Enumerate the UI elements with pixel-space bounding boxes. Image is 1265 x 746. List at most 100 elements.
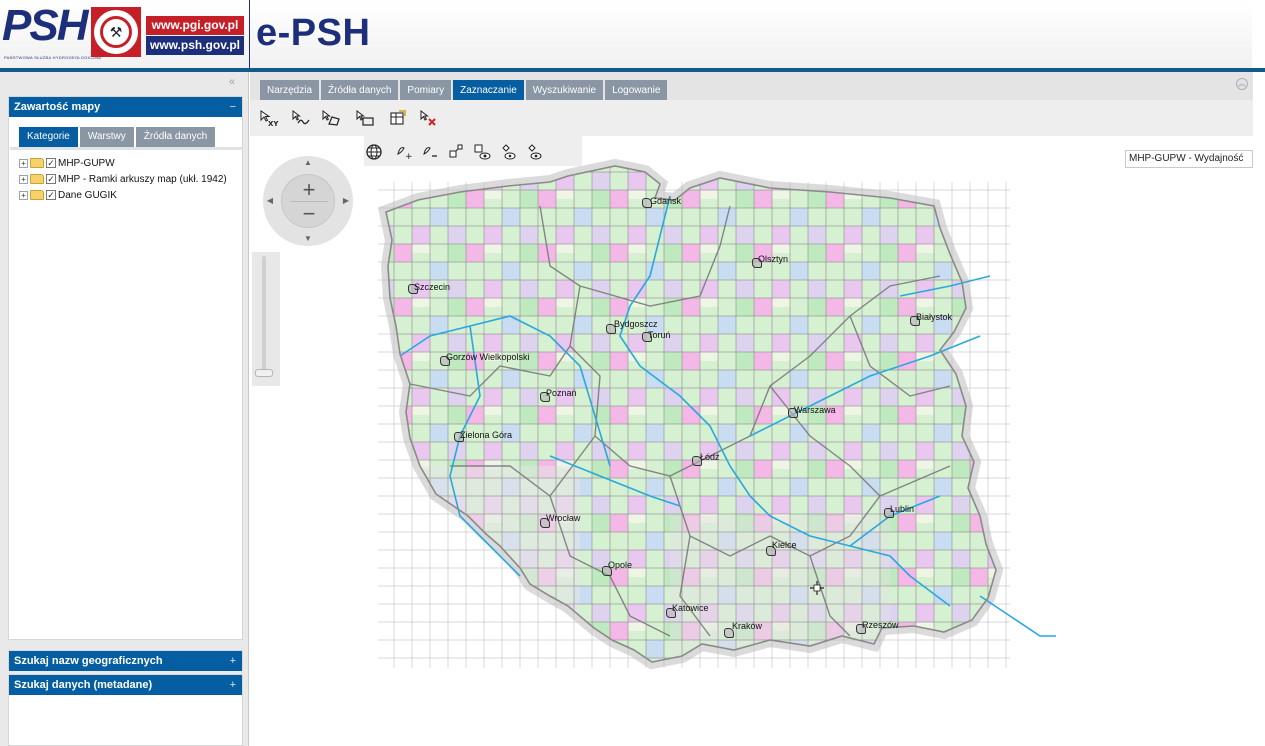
collapse-panel-icon[interactable]: − [230,97,236,117]
selection-toolbar: XY [250,100,1253,136]
tab-zaznaczanie[interactable]: Zaznaczanie [453,80,524,101]
metadata-search-panel: Szukaj danych (metadane) + [8,674,243,746]
folder-icon [30,190,44,200]
layer-tree: + ✓ MHP-GUPW + ✓ MHP - Ramki arkuszy map… [19,155,241,203]
tree-item-label: MHP-GUPW [58,157,115,169]
select-by-rectangle-icon[interactable] [354,108,376,128]
pan-right-icon[interactable]: ▶ [341,196,351,205]
tree-item[interactable]: + ✓ Dane GUGIK [19,187,241,203]
header-edge [1252,0,1265,68]
app-title: e-PSH [256,12,371,54]
view-alt-icon[interactable] [524,142,544,162]
expand-panel-icon[interactable]: + [230,675,236,695]
geo-search-header[interactable]: Szukaj nazw geograficznych + [9,651,242,671]
city-label-poznan: Poznań [546,388,577,398]
city-label-opole: Opole [608,560,633,570]
map-contents-title: Zawartość mapy [14,101,101,113]
city-label-gorzow: Gorzów Wielkopolski [446,352,530,362]
tab-narzedzia[interactable]: Narzędzia [260,80,320,101]
city-label-warszawa: Warszawa [794,405,836,415]
city-label-torun: Toruń [648,330,671,340]
tab-zrodla-danych[interactable]: Źródła danych [321,80,399,101]
clear-selection-icon[interactable] [418,108,440,128]
expand-icon[interactable]: + [19,190,28,200]
pan-left-icon[interactable]: ◀ [265,196,275,205]
city-label-katowice: Katowice [672,603,709,613]
map-tools-toolbar: + [364,136,582,166]
city-label-gdansk: Gdańsk [650,196,682,206]
poland-map[interactable] [250,136,1253,746]
tab-warstwy[interactable]: Warstwy [79,127,134,147]
globe-icon[interactable] [364,142,384,162]
collapse-left-panel-icon[interactable]: « [226,76,238,88]
svg-text:+: + [405,152,413,162]
expand-icon[interactable]: + [19,174,28,184]
collapse-toolbar-icon[interactable]: ︽ [1236,78,1248,90]
folder-icon [30,158,44,168]
map-canvas[interactable]: Gdańsk Olsztyn Szczecin Bydgoszcz Toruń … [250,136,1253,746]
city-label-lodz: Łódź [700,452,720,462]
tab-kategorie[interactable]: Kategorie [19,127,78,147]
select-by-line-icon[interactable] [290,108,312,128]
metadata-search-header[interactable]: Szukaj danych (metadane) + [9,675,242,695]
pgi-emblem-icon[interactable]: ⚒ [91,7,141,57]
tab-logowanie[interactable]: Logowanie [605,80,668,101]
zoom-control: + − [281,174,335,228]
right-edge [1253,72,1265,746]
tree-item-label: Dane GUGIK [58,189,117,201]
main-tabbar: Narzędzia Źródła danych Pomiary Zaznacza… [250,72,1253,101]
city-label-krakow: Kraków [732,621,763,631]
zoom-in-button[interactable]: + [282,179,336,201]
layer-checkbox[interactable]: ✓ [46,158,56,168]
metadata-search-title: Szukaj danych (metadane) [14,679,153,691]
tree-item[interactable]: + ✓ MHP-GUPW [19,155,241,171]
map-contents-header[interactable]: Zawartość mapy − [9,97,242,117]
psh-logo-subtext: PAŃSTWOWA SŁUŻBA HYDROGEOLOGICZNA [4,55,102,60]
add-point-icon[interactable]: + [394,142,414,162]
app-header: PSH PAŃSTWOWA SŁUŻBA HYDROGEOLOGICZNA ⚒ … [0,0,1265,72]
xy-label: XY [268,120,279,128]
select-by-xy-icon[interactable]: XY [258,108,280,128]
pgi-url-link[interactable]: www.pgi.gov.pl [146,16,244,35]
layer-selector[interactable]: MHP-GUPW - Wydajność [1125,150,1253,168]
map-contents-panel: Zawartość mapy − Kategorie Warstwy Źródł… [8,96,243,640]
expand-panel-icon[interactable]: + [230,651,236,671]
city-label-zielona-gora: Zielona Góra [460,430,513,440]
city-label-kielce: Kielce [772,540,797,550]
tree-item[interactable]: + ✓ MHP - Ramki arkuszy map (ukł. 1942) [19,171,241,187]
zoom-slider-background [252,252,280,386]
expand-icon[interactable]: + [19,158,28,168]
city-label-olsztyn: Olsztyn [758,254,789,264]
tab-pomiary[interactable]: Pomiary [400,80,452,101]
main-area: Narzędzia Źródła danych Pomiary Zaznacza… [250,72,1265,746]
tabs-underline [10,147,242,150]
identify-icon[interactable] [472,142,492,162]
draw-shape-icon[interactable] [446,142,466,162]
city-label-rzeszow: Rzeszów [862,620,899,630]
remove-point-icon[interactable] [420,142,440,162]
left-panel: « Zawartość mapy − Kategorie Warstwy Źró… [0,72,249,746]
select-from-table-icon[interactable] [386,108,408,128]
city-label-bialystok: Białystok [916,312,953,322]
tab-wyszukiwanie[interactable]: Wyszukiwanie [525,80,604,101]
layer-checkbox[interactable]: ✓ [46,174,56,184]
geo-search-title: Szukaj nazw geograficznych [14,655,163,667]
layer-checkbox[interactable]: ✓ [46,190,56,200]
view-icon[interactable] [498,142,518,162]
map-contents-tabs: Kategorie Warstwy Źródła danych [19,127,217,147]
psh-logo-text: PSH [2,1,88,50]
zoom-out-button[interactable]: − [282,203,336,225]
pan-up-icon[interactable]: ▲ [303,158,313,167]
zoom-slider-track[interactable] [262,256,266,374]
header-divider [249,0,250,68]
psh-url-link[interactable]: www.psh.gov.pl [146,36,244,55]
city-label-wroclaw: Wrocław [546,513,581,523]
city-label-szczecin: Szczecin [414,282,451,292]
select-by-polygon-icon[interactable] [320,108,342,128]
pan-down-icon[interactable]: ▼ [303,234,313,243]
tab-zrodla-danych[interactable]: Źródła danych [135,127,216,147]
pan-control[interactable]: ▲ ▼ ◀ ▶ + − [263,156,353,246]
geo-search-panel: Szukaj nazw geograficznych + [8,650,243,671]
main-tabs: Narzędzia Źródła danych Pomiary Zaznacza… [260,80,669,101]
zoom-slider-handle[interactable] [255,369,273,377]
